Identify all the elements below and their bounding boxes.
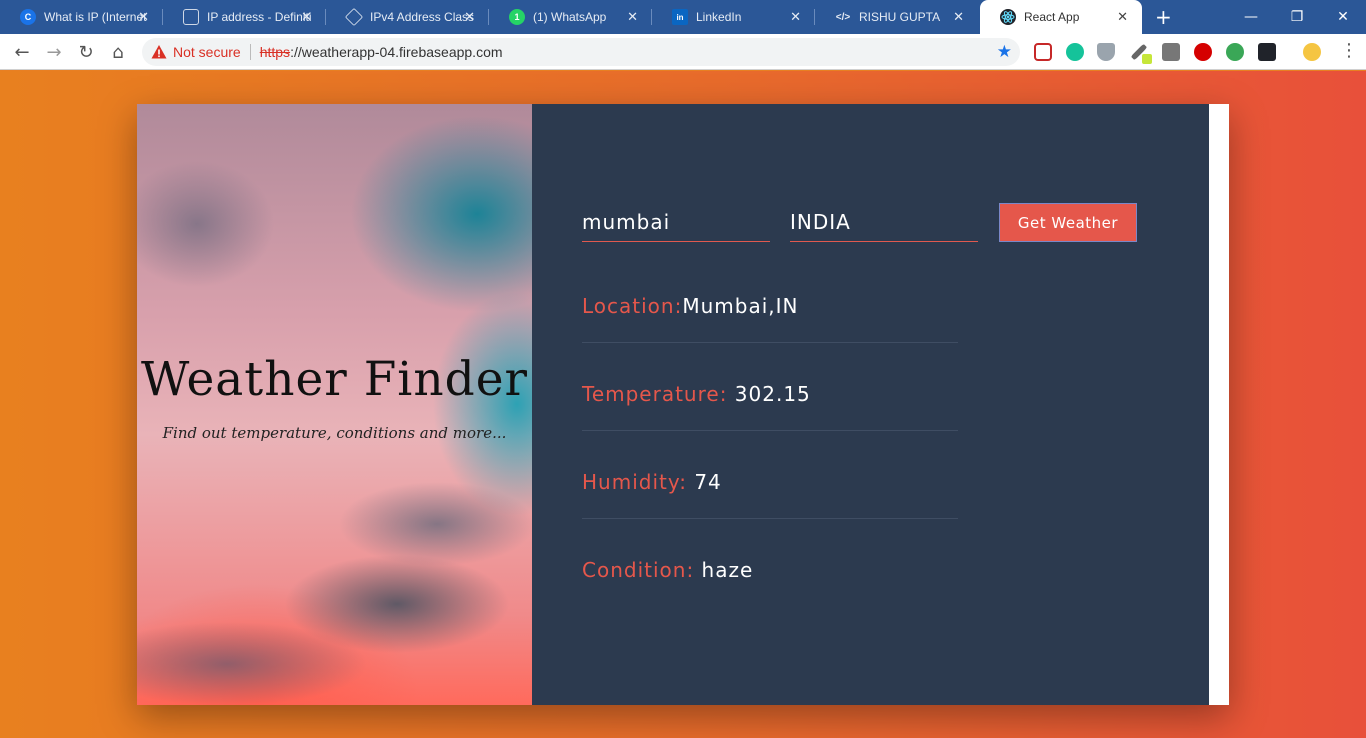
browser-toolbar: ← → ↻ ⌂ Not secure https://weatherapp-04…	[0, 34, 1366, 70]
close-tab-icon[interactable]: ✕	[1117, 9, 1128, 25]
location-label: Location:	[582, 294, 683, 318]
temperature-value: 302.15	[734, 382, 811, 406]
result-condition: Condition: haze	[582, 558, 958, 646]
app-title: Weather Finder	[141, 352, 528, 407]
back-arrow-icon[interactable]: ←	[10, 40, 34, 64]
close-tab-icon[interactable]: ✕	[790, 9, 801, 25]
adblock-extension-icon[interactable]	[1194, 43, 1212, 61]
browser-tab-strip: C What is IP (Internet Protocol) ✕ IP ad…	[0, 0, 1366, 34]
new-tab-icon[interactable]: +	[1155, 5, 1172, 29]
react-devtools-icon[interactable]	[1258, 43, 1276, 61]
globe-extension-icon[interactable]	[1226, 43, 1244, 61]
tab-ipv4-classes[interactable]: IPv4 Address Classes ✕	[326, 0, 489, 34]
sky-hero-image: Weather Finder Find out temperature, con…	[137, 104, 532, 705]
url-host: ://weatherapp-04.firebaseapp.com	[290, 44, 503, 60]
omnibox-divider	[249, 44, 251, 60]
circle-blue-icon: C	[20, 9, 36, 25]
close-tab-icon[interactable]: ✕	[953, 9, 964, 25]
divider	[582, 430, 958, 431]
home-icon[interactable]: ⌂	[106, 40, 130, 64]
condition-label: Condition:	[582, 558, 695, 582]
tab-whatsapp[interactable]: 1 (1) WhatsApp ✕	[489, 0, 652, 34]
tab-title: React App	[1024, 10, 1080, 24]
diamond-icon	[344, 7, 364, 27]
card-edge-stripe	[1209, 104, 1229, 705]
get-weather-button[interactable]: Get Weather	[999, 203, 1137, 242]
reload-icon[interactable]: ↻	[74, 40, 98, 64]
tab-title: IPv4 Address Classes	[370, 10, 474, 24]
grammarly-extension-icon[interactable]	[1066, 43, 1084, 61]
result-temperature: Temperature: 302.15	[582, 382, 958, 470]
linkedin-icon: in	[672, 9, 688, 25]
humidity-label: Humidity:	[582, 470, 687, 494]
weather-form-panel: mumbai INDIA Get Weather Location:Mumbai…	[532, 104, 1209, 705]
city-input[interactable]: mumbai	[582, 204, 770, 242]
tab-title: IP address - Definition	[207, 10, 311, 24]
minimize-icon[interactable]: —	[1228, 0, 1274, 34]
shield-extension-icon[interactable]	[1097, 43, 1115, 61]
camera-extension-icon[interactable]	[1162, 43, 1180, 61]
whatsapp-icon: 1	[509, 9, 525, 25]
page-outline-icon	[183, 9, 199, 25]
close-tab-icon[interactable]: ✕	[138, 9, 149, 25]
forward-arrow-icon[interactable]: →	[42, 40, 66, 64]
url-scheme: https	[259, 44, 291, 60]
warning-icon	[151, 45, 167, 59]
tab-linkedin[interactable]: in LinkedIn ✕	[652, 0, 815, 34]
close-window-icon[interactable]: ✕	[1320, 0, 1366, 34]
app-subtitle: Find out temperature, conditions and mor…	[162, 424, 507, 442]
close-tab-icon[interactable]: ✕	[627, 9, 638, 25]
tab-title: What is IP (Internet Protocol)	[44, 10, 148, 24]
result-location: Location:Mumbai,IN	[582, 294, 958, 382]
restore-icon[interactable]: ❐	[1274, 0, 1320, 34]
country-input[interactable]: INDIA	[790, 204, 978, 242]
tab-react-app[interactable]: React App ✕	[980, 0, 1142, 34]
extension-badge	[1142, 54, 1152, 64]
security-label: Not secure	[173, 44, 241, 60]
profile-avatar-icon[interactable]	[1303, 43, 1321, 61]
tab-what-is-ip[interactable]: C What is IP (Internet Protocol) ✕	[0, 0, 163, 34]
divider	[582, 518, 958, 519]
bookmark-star-icon[interactable]: ★	[997, 42, 1012, 62]
weather-card: Weather Finder Find out temperature, con…	[137, 104, 1229, 705]
tab-title: LinkedIn	[696, 10, 742, 24]
menu-kebab-icon[interactable]: ⋮	[1340, 42, 1358, 60]
close-tab-icon[interactable]: ✕	[301, 9, 312, 25]
page-viewport: Weather Finder Find out temperature, con…	[0, 71, 1366, 738]
result-humidity: Humidity: 74	[582, 470, 958, 558]
tab-title: RISHU GUPTA	[859, 10, 941, 24]
condition-value: haze	[701, 558, 754, 582]
location-value: Mumbai,IN	[682, 294, 799, 318]
pocket-extension-icon[interactable]	[1034, 43, 1052, 61]
tab-title: (1) WhatsApp	[533, 10, 607, 24]
temperature-label: Temperature:	[582, 382, 728, 406]
code-icon: </>	[835, 11, 851, 23]
humidity-value: 74	[694, 470, 722, 494]
close-tab-icon[interactable]: ✕	[464, 9, 475, 25]
react-icon	[1000, 9, 1016, 25]
divider	[582, 342, 958, 343]
tab-rishu-gupta[interactable]: </> RISHU GUPTA ✕	[815, 0, 978, 34]
tab-ip-address[interactable]: IP address - Definition ✕	[163, 0, 326, 34]
address-bar[interactable]: Not secure https://weatherapp-04.firebas…	[142, 38, 1020, 66]
